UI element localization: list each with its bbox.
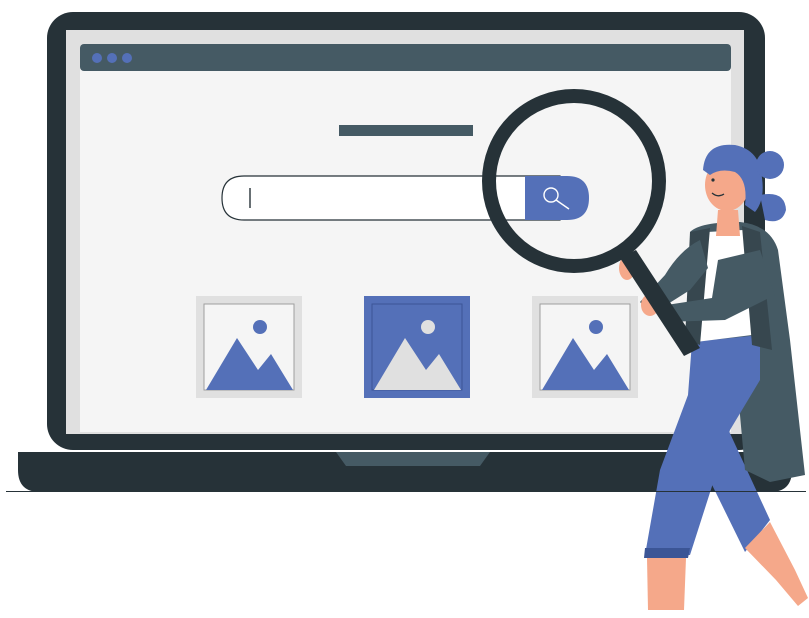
hair-bun (756, 151, 784, 179)
sun-icon (589, 320, 603, 334)
ground-line (6, 491, 806, 492)
laptop (18, 12, 792, 492)
search-bar (221, 175, 589, 221)
window-dot-1[interactable] (92, 53, 102, 63)
laptop-notch (336, 452, 490, 466)
illustration-canvas (18, 12, 808, 610)
window-dot-3[interactable] (122, 53, 132, 63)
window-dot-2[interactable] (107, 53, 117, 63)
image-tile-2[interactable] (364, 296, 470, 398)
neck (716, 210, 740, 236)
illustration-scene (0, 0, 809, 613)
image-tile-3[interactable] (532, 296, 638, 398)
foot-front (647, 558, 686, 610)
browser-window (80, 44, 731, 71)
eye (711, 178, 715, 182)
pants-cuff (644, 548, 690, 558)
search-input[interactable] (221, 175, 561, 221)
image-tile-1[interactable] (196, 296, 302, 398)
sun-icon (421, 320, 435, 334)
page-title-placeholder (339, 125, 473, 136)
sun-icon (253, 320, 267, 334)
browser-title-bar (80, 44, 731, 71)
